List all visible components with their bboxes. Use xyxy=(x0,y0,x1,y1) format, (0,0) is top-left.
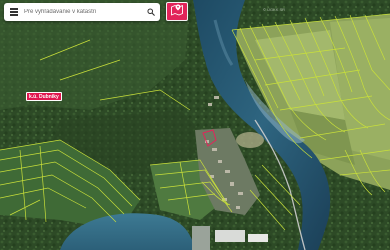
dam-structure xyxy=(192,226,210,250)
building-block xyxy=(215,230,245,242)
map-canvas[interactable] xyxy=(0,0,390,250)
map-attribution: © ÚGKK SR xyxy=(263,7,286,12)
building-block xyxy=(248,234,268,242)
search-input[interactable] xyxy=(22,4,144,20)
cadastral-area-label[interactable]: k.ú. Dubniky xyxy=(26,92,62,101)
search-bar xyxy=(4,3,160,21)
map-pin-button[interactable] xyxy=(166,2,188,21)
clearing xyxy=(236,132,264,148)
search-icon[interactable] xyxy=(144,3,158,21)
map-pin-icon xyxy=(170,3,184,21)
menu-icon[interactable] xyxy=(6,3,22,21)
